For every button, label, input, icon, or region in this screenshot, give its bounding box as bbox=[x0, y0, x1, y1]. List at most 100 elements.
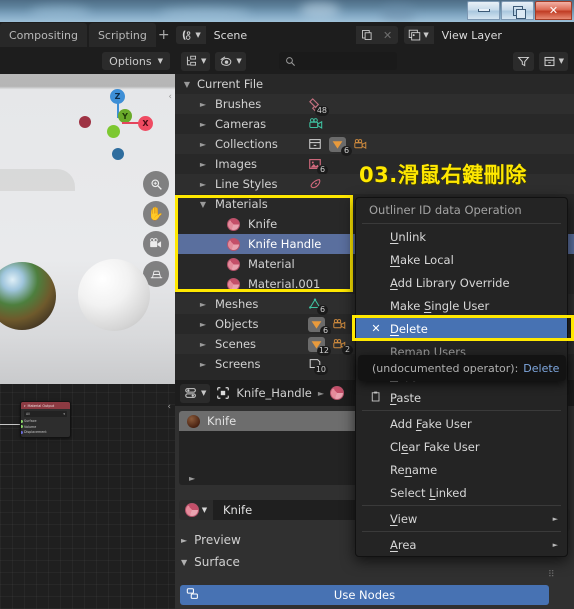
menu-item-make-local[interactable]: Make Local bbox=[356, 248, 567, 271]
unlink-scene-button[interactable]: ✕ bbox=[377, 26, 398, 44]
workspace-tab-scripting[interactable]: Scripting bbox=[88, 23, 156, 47]
outliner-editor-type-button[interactable]: ▼ bbox=[181, 51, 211, 71]
menu-item-clear-fake-user[interactable]: Clear Fake User bbox=[356, 435, 567, 458]
outliner-search-input[interactable] bbox=[278, 52, 397, 70]
workspace-tab-label: Scripting bbox=[97, 28, 147, 42]
menu-item-area[interactable]: Area ► bbox=[356, 533, 567, 556]
node-sidebar-toggle-left[interactable]: ‹ bbox=[167, 402, 171, 412]
restore-button[interactable] bbox=[501, 1, 534, 20]
browse-material-button[interactable]: ▼ bbox=[179, 500, 213, 520]
node-socket-label: Volume bbox=[24, 424, 37, 429]
expand-triangle-icon[interactable]: ▼ bbox=[181, 80, 193, 89]
material-output-node[interactable]: ▾ Material Output All ▾ Surface Volume Di… bbox=[20, 401, 71, 438]
camera-view-button[interactable] bbox=[143, 231, 169, 257]
node-socket-surface[interactable]: Surface bbox=[21, 419, 67, 423]
outliner-row-current-file[interactable]: ▼ Current File bbox=[175, 74, 574, 94]
menu-item-add-fake-user[interactable]: Add Fake User bbox=[356, 412, 567, 435]
close-button[interactable]: ✕ bbox=[535, 1, 572, 20]
node-socket-volume[interactable]: Volume bbox=[21, 424, 67, 429]
pan-button[interactable]: ✋ bbox=[143, 201, 169, 227]
view-layer-selector[interactable]: ▼ View Layer ✕ bbox=[403, 26, 574, 44]
outliner-filter-options-button[interactable]: ▼ bbox=[538, 51, 569, 71]
gizmo-axis-neg-y[interactable] bbox=[107, 125, 120, 138]
expand-triangle-icon[interactable]: ► bbox=[197, 160, 209, 169]
scene-selector[interactable]: ▼ Scene ✕ bbox=[175, 26, 398, 44]
outliner-icon bbox=[186, 55, 197, 66]
expand-triangle-icon[interactable]: ► bbox=[197, 100, 209, 109]
viewport-options-button[interactable]: Options ▼ bbox=[102, 52, 170, 70]
use-nodes-label: Use Nodes bbox=[333, 588, 396, 602]
operator-tooltip: (undocumented operator): Delete bbox=[358, 355, 566, 381]
paste-icon bbox=[369, 390, 383, 406]
menu-item-label: View bbox=[390, 511, 418, 526]
expand-triangle-icon[interactable]: ▼ bbox=[197, 200, 209, 209]
outliner-row-label: Objects bbox=[215, 317, 259, 331]
properties-editor-type-button[interactable]: ▼ bbox=[180, 383, 211, 403]
expand-triangle-icon[interactable]: ► bbox=[197, 300, 209, 309]
menu-item-rename[interactable]: Rename bbox=[356, 458, 567, 481]
window-controls[interactable]: ✕ bbox=[466, 1, 572, 20]
menu-item-delete[interactable]: ✕ Delete bbox=[356, 317, 567, 340]
expand-triangle-icon[interactable]: ► bbox=[197, 180, 209, 189]
chevron-right-icon: ► bbox=[552, 514, 558, 523]
outliner-row-cameras[interactable]: ► Cameras bbox=[175, 114, 574, 134]
gizmo-axis-neg-z[interactable] bbox=[112, 148, 124, 160]
workspace-tab-compositing[interactable]: Compositing bbox=[0, 23, 87, 47]
shader-node-editor[interactable]: ▾ Material Output All ▾ Surface Volume Di… bbox=[0, 384, 175, 609]
menu-item-select-linked[interactable]: Select Linked bbox=[356, 481, 567, 504]
desktop-blur-1 bbox=[30, 6, 90, 20]
screen-icon: 10 bbox=[308, 357, 328, 375]
menu-item-add-library-override[interactable]: Add Library Override bbox=[356, 271, 567, 294]
expand-triangle-icon[interactable]: ► bbox=[197, 360, 209, 369]
gizmo-axis-x[interactable]: X bbox=[138, 116, 153, 131]
expand-triangle-icon[interactable]: ► bbox=[197, 120, 209, 129]
gizmo-axis-z[interactable]: Z bbox=[110, 89, 125, 104]
expand-triangle-icon[interactable]: ► bbox=[197, 340, 209, 349]
menu-item-make-single-user[interactable]: Make Single User bbox=[356, 294, 567, 317]
menu-separator bbox=[362, 505, 561, 506]
outliner-filter-button[interactable] bbox=[512, 51, 534, 71]
outliner-row-label: Knife Handle bbox=[248, 237, 322, 251]
breadcrumb[interactable]: Knife_Handle ► bbox=[216, 386, 344, 400]
outliner-row-collections[interactable]: ► Collections 6 bbox=[175, 134, 574, 156]
image-icon: 6 bbox=[308, 157, 328, 175]
zoom-button[interactable] bbox=[143, 171, 169, 197]
collection-icon bbox=[308, 137, 322, 151]
view-layer-icon-button[interactable]: ▼ bbox=[403, 26, 434, 44]
menu-separator bbox=[362, 410, 561, 411]
menu-item-paste[interactable]: Paste bbox=[356, 386, 567, 409]
object-icon: 12 bbox=[308, 336, 331, 356]
use-nodes-button[interactable]: Use Nodes bbox=[180, 585, 549, 605]
menu-separator bbox=[362, 531, 561, 532]
view-layer-icon bbox=[409, 29, 421, 40]
menu-item-view[interactable]: View ► bbox=[356, 507, 567, 530]
add-workspace-button[interactable]: + bbox=[158, 23, 170, 47]
linestyle-icon bbox=[308, 177, 323, 191]
viewport-sidebar-toggle[interactable]: ‹ bbox=[168, 92, 172, 102]
scene-name-field[interactable]: Scene bbox=[205, 26, 356, 44]
minimize-button[interactable] bbox=[467, 1, 500, 20]
gizmo-axis-neg-x[interactable] bbox=[79, 116, 91, 128]
menu-item-unlink[interactable]: Unlink bbox=[356, 225, 567, 248]
annotation-label: 03.滑鼠右鍵刪除 bbox=[359, 163, 527, 187]
view-layer-name-label: View Layer bbox=[441, 28, 502, 42]
breadcrumb-object-label: Knife_Handle bbox=[236, 386, 312, 400]
scene-icon-button[interactable]: ▼ bbox=[175, 26, 206, 44]
expand-triangle-icon[interactable]: ► bbox=[181, 536, 187, 545]
outliner-display-mode-button[interactable]: ▼ bbox=[215, 51, 246, 71]
expand-triangle-icon[interactable]: ▼ bbox=[181, 558, 187, 567]
panel-label: Surface bbox=[194, 555, 240, 569]
node-socket-displacement[interactable]: Displacement bbox=[21, 430, 67, 434]
3d-viewport[interactable]: Z Y X ✋ ‹ bbox=[0, 74, 175, 384]
outliner-root-label: Current File bbox=[197, 77, 264, 91]
gizmo-axis-y[interactable]: Y bbox=[118, 109, 132, 123]
preview-sphere-metal bbox=[0, 262, 56, 330]
expand-triangle-icon[interactable]: ► bbox=[197, 320, 209, 329]
new-scene-button[interactable] bbox=[355, 26, 378, 44]
expand-triangle-icon[interactable]: ► bbox=[197, 140, 209, 149]
grip-dots-icon[interactable]: ⠿ bbox=[548, 571, 556, 580]
node-target-field[interactable]: All ▾ bbox=[24, 411, 67, 417]
outliner-row-brushes[interactable]: ► Brushes 48 bbox=[175, 94, 574, 116]
outliner-row-label: Screens bbox=[215, 357, 261, 371]
view-layer-name-field[interactable]: View Layer bbox=[433, 26, 574, 44]
